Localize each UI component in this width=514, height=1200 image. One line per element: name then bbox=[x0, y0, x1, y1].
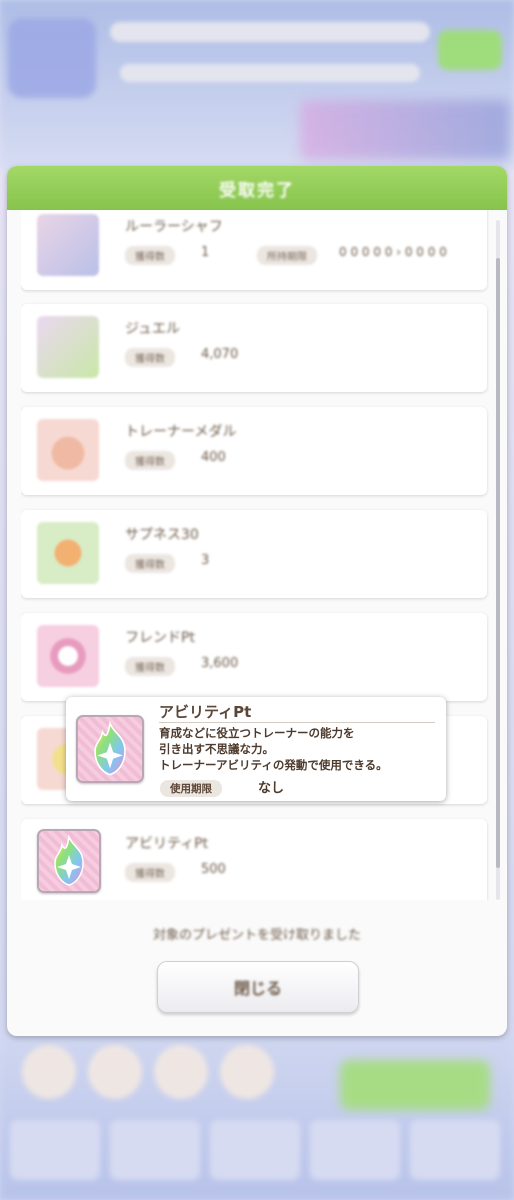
qty-value: 1 bbox=[201, 245, 210, 260]
bg-tab-4 bbox=[310, 1120, 400, 1180]
jewel-icon bbox=[37, 316, 99, 378]
qty-label: 獲得数 bbox=[125, 348, 175, 367]
currency-bar bbox=[120, 64, 420, 82]
bg-tab-2 bbox=[110, 1120, 200, 1180]
qty-label: 獲得数 bbox=[125, 657, 175, 676]
qty-value: 500 bbox=[201, 862, 226, 877]
item-name: ルーラーシャフ bbox=[125, 219, 223, 235]
list-item[interactable]: ジュエル 獲得数 4,070 bbox=[21, 304, 487, 392]
qty-value: 3,600 bbox=[201, 656, 239, 671]
expiry-value: 0 0 0 0 0 › 0 0 0 0 bbox=[339, 245, 447, 259]
item-name: ジュエル bbox=[125, 321, 181, 337]
item-thumbnail bbox=[37, 214, 99, 276]
list-item[interactable]: アビリティPt 獲得数 500 bbox=[21, 819, 487, 900]
list-item[interactable]: ルーラーシャフ 獲得数 1 所持期限 0 0 0 0 0 › 0 0 0 0 bbox=[21, 210, 487, 290]
list-item[interactable]: トレーナーメダル 獲得数 400 bbox=[21, 407, 487, 495]
bg-icon-1 bbox=[22, 1045, 76, 1099]
friend-pt-icon bbox=[37, 625, 99, 687]
menu-button-bg bbox=[438, 30, 502, 70]
event-badge bbox=[8, 18, 96, 98]
event-banner bbox=[300, 100, 510, 160]
qty-value: 3 bbox=[201, 553, 210, 568]
close-button[interactable]: 閉じる bbox=[157, 961, 359, 1013]
item-detail-tooltip: アビリティPt 育成などに役立つトレーナーの能力を 引き出す不思議な力。 トレー… bbox=[66, 697, 446, 801]
item-name: アビリティPt bbox=[125, 836, 209, 852]
expiry-value: なし bbox=[258, 781, 285, 796]
medal-icon bbox=[37, 419, 99, 481]
close-button-label: 閉じる bbox=[233, 979, 282, 998]
received-message: 対象のプレゼントを受け取りました bbox=[152, 928, 361, 943]
ability-pt-icon bbox=[76, 715, 144, 783]
qty-value: 400 bbox=[201, 450, 226, 465]
dialog-title: 受取完了 bbox=[219, 180, 295, 201]
tooltip-title: アビリティPt bbox=[159, 703, 252, 721]
expiry-label: 所持期限 bbox=[257, 246, 317, 265]
training-banner bbox=[340, 1060, 490, 1110]
scrollbar-thumb[interactable] bbox=[496, 258, 500, 868]
bg-tab-5 bbox=[410, 1120, 500, 1180]
qty-label: 獲得数 bbox=[125, 554, 175, 573]
bg-tab-1 bbox=[10, 1120, 100, 1180]
list-item[interactable]: フレンドPt 獲得数 3,600 bbox=[21, 613, 487, 701]
bg-icon-4 bbox=[220, 1045, 274, 1099]
ability-pt-icon bbox=[37, 829, 101, 893]
qty-label: 獲得数 bbox=[125, 246, 175, 265]
bg-icon-3 bbox=[154, 1045, 208, 1099]
qty-value: 4,070 bbox=[201, 347, 239, 362]
tooltip-divider bbox=[159, 722, 435, 723]
tooltip-description: 育成などに役立つトレーナーの能力を 引き出す不思議な力。 トレーナーアビリティの… bbox=[159, 726, 388, 772]
qty-label: 獲得数 bbox=[125, 451, 175, 470]
bg-tab-3 bbox=[210, 1120, 300, 1180]
item-name: フレンドPt bbox=[125, 630, 195, 646]
list-item[interactable]: サプネス30 獲得数 3 bbox=[21, 510, 487, 598]
bg-icon-2 bbox=[88, 1045, 142, 1099]
item-name: トレーナーメダル bbox=[125, 424, 237, 440]
receive-complete-dialog: 受取完了 ルーラーシャフ 獲得数 1 所持期限 0 0 0 0 0 › 0 0 … bbox=[7, 166, 507, 1036]
drink-icon bbox=[37, 522, 99, 584]
status-bar bbox=[110, 22, 430, 42]
qty-label: 獲得数 bbox=[125, 863, 175, 882]
expiry-label: 使用期限 bbox=[160, 780, 222, 797]
item-name: サプネス30 bbox=[125, 527, 199, 543]
dialog-header: 受取完了 bbox=[7, 166, 507, 210]
